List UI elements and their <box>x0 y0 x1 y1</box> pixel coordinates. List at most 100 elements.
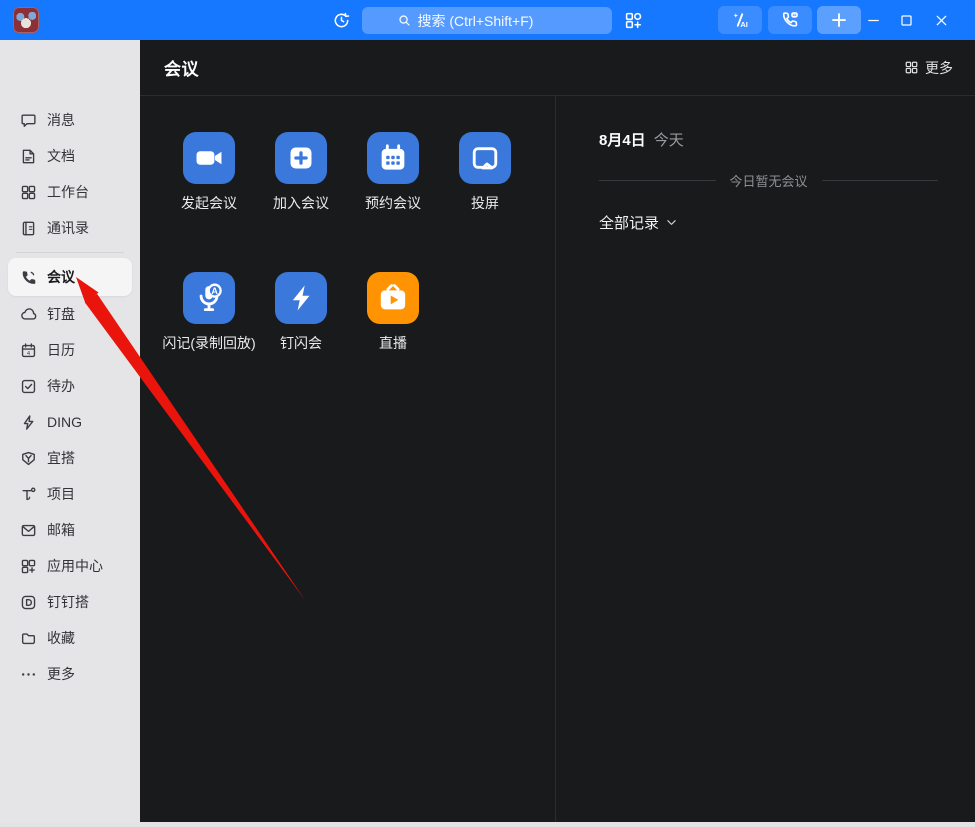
sidebar-item-label: 邮箱 <box>47 520 75 540</box>
sidebar-item-消息[interactable]: 消息 <box>8 102 132 138</box>
minimize-button[interactable] <box>860 8 886 32</box>
sidebar-item-日历[interactable]: 4日历 <box>8 332 132 368</box>
meeting-action-预约会议[interactable]: 预约会议 <box>347 132 439 213</box>
divider-line <box>822 180 939 181</box>
meeting-action-闪记(录制回放)[interactable]: A 闪记(录制回放) <box>163 272 255 353</box>
ai-assistant-button[interactable]: AI <box>718 6 762 34</box>
window-bottom-edge <box>0 822 975 827</box>
sidebar-item-应用中心[interactable]: 应用中心 <box>8 548 132 584</box>
chat-icon <box>20 112 37 129</box>
all-records-label: 全部记录 <box>599 212 659 233</box>
mic-a-icon: A <box>183 272 235 324</box>
sidebar-item-宜搭[interactable]: 宜搭 <box>8 440 132 476</box>
meeting-action-发起会议[interactable]: 发起会议 <box>163 132 255 213</box>
sidebar-item-通讯录[interactable]: 通讯录 <box>8 210 132 246</box>
sidebar-item-label: 钉盘 <box>47 304 75 324</box>
sidebar-item-label: 宜搭 <box>47 448 75 468</box>
search-box[interactable] <box>362 7 612 34</box>
live-tv-icon <box>367 272 419 324</box>
sidebar-item-钉盘[interactable]: 钉盘 <box>8 296 132 332</box>
sidebar-item-邮箱[interactable]: 邮箱 <box>8 512 132 548</box>
dingda-icon <box>20 594 37 611</box>
sidebar-item-文档[interactable]: 文档 <box>8 138 132 174</box>
top-bar: AI <box>0 0 975 40</box>
sidebar-item-待办[interactable]: 待办 <box>8 368 132 404</box>
action-label: 直播 <box>379 333 407 353</box>
appcenter-icon <box>20 558 37 575</box>
sidebar-item-label: 更多 <box>47 664 75 684</box>
sidebar: 消息文档工作台通讯录会议钉盘 4日历待办 DING 宜搭项目邮箱应用中心钉钉搭收藏更多 <box>0 40 140 822</box>
meeting-schedule-panel: 8月4日 今天 今日暂无会议 全部记录 <box>555 96 975 822</box>
sidebar-item-label: 应用中心 <box>47 556 103 576</box>
sidebar-item-会议[interactable]: 会议 <box>8 258 132 296</box>
dingtalk-window: AI 消息文档工作台通讯录会议钉盘 4日历待办 DING 宜搭项目邮箱应用中心钉钉搭收… <box>0 0 975 827</box>
maximize-button[interactable] <box>893 8 919 32</box>
cloud-icon <box>20 306 37 323</box>
svg-text:AI: AI <box>740 20 748 29</box>
meeting-action-投屏[interactable]: 投屏 <box>439 132 531 213</box>
meeting-panel: 会议 更多 发起会议加入会议 预约会议 投屏 A 闪记(录制回放) 钉闪会 直播 8月4日 … <box>140 40 975 822</box>
history-icon[interactable] <box>330 9 352 31</box>
mail-icon <box>20 522 37 539</box>
video-camera-icon <box>183 132 235 184</box>
search-input[interactable] <box>418 13 578 29</box>
workbench-icon <box>20 184 37 201</box>
calendar-grid-icon <box>367 132 419 184</box>
meeting-header: 会议 更多 <box>140 40 975 96</box>
date-label: 8月4日 <box>599 129 646 150</box>
meeting-actions: 发起会议加入会议 预约会议 投屏 A 闪记(录制回放) 钉闪会 直播 <box>140 96 555 822</box>
sidebar-item-label: 工作台 <box>47 182 89 202</box>
project-icon <box>20 486 37 503</box>
action-label: 预约会议 <box>365 193 421 213</box>
sidebar-item-项目[interactable]: 项目 <box>8 476 132 512</box>
plus-square-icon <box>275 132 327 184</box>
sidebar-item-label: 钉钉搭 <box>47 592 89 612</box>
sidebar-item-label: 会议 <box>47 267 75 287</box>
sidebar-divider <box>16 252 124 253</box>
action-label: 闪记(录制回放) <box>162 333 255 353</box>
more-ellipsis-icon <box>20 666 37 683</box>
all-records-dropdown[interactable]: 全部记录 <box>599 212 938 233</box>
phone-icon <box>20 269 37 286</box>
contacts-icon <box>20 220 37 237</box>
sidebar-item-label: 文档 <box>47 146 75 166</box>
search-icon <box>397 13 412 28</box>
no-meetings-text: 今日暂无会议 <box>730 171 808 190</box>
action-label: 钉闪会 <box>280 333 322 353</box>
chevron-down-icon <box>665 216 678 229</box>
sidebar-item-DING[interactable]: DING <box>8 404 132 440</box>
sidebar-item-更多[interactable]: 更多 <box>8 656 132 692</box>
grid-icon <box>904 60 919 75</box>
action-label: 加入会议 <box>273 193 329 213</box>
workspace-grid-icon[interactable] <box>622 9 644 31</box>
new-plus-button[interactable] <box>817 6 861 34</box>
sidebar-item-label: 待办 <box>47 376 75 396</box>
today-label: 今天 <box>654 129 684 150</box>
more-label: 更多 <box>925 58 953 78</box>
cast-icon <box>459 132 511 184</box>
sidebar-item-label: 收藏 <box>47 628 75 648</box>
todo-icon <box>20 378 37 395</box>
video-call-button[interactable] <box>768 6 812 34</box>
ding-icon <box>20 414 37 431</box>
date-heading: 8月4日 今天 <box>599 129 938 150</box>
sidebar-item-label: 日历 <box>47 340 75 360</box>
svg-text:A: A <box>211 286 218 296</box>
bolt-icon <box>275 272 327 324</box>
sidebar-item-label: 通讯录 <box>47 218 89 238</box>
divider-line <box>599 180 716 181</box>
action-label: 投屏 <box>471 193 499 213</box>
doc-icon <box>20 148 37 165</box>
yida-icon <box>20 450 37 467</box>
avatar[interactable] <box>13 7 39 33</box>
meeting-action-加入会议[interactable]: 加入会议 <box>255 132 347 213</box>
sidebar-item-钉钉搭[interactable]: 钉钉搭 <box>8 584 132 620</box>
sidebar-item-label: 项目 <box>47 484 75 504</box>
sidebar-item-label: 消息 <box>47 110 75 130</box>
meeting-action-钉闪会[interactable]: 钉闪会 <box>255 272 347 353</box>
more-button[interactable]: 更多 <box>904 58 953 78</box>
sidebar-item-收藏[interactable]: 收藏 <box>8 620 132 656</box>
close-button[interactable] <box>928 8 954 32</box>
sidebar-item-工作台[interactable]: 工作台 <box>8 174 132 210</box>
meeting-action-直播[interactable]: 直播 <box>347 272 439 353</box>
